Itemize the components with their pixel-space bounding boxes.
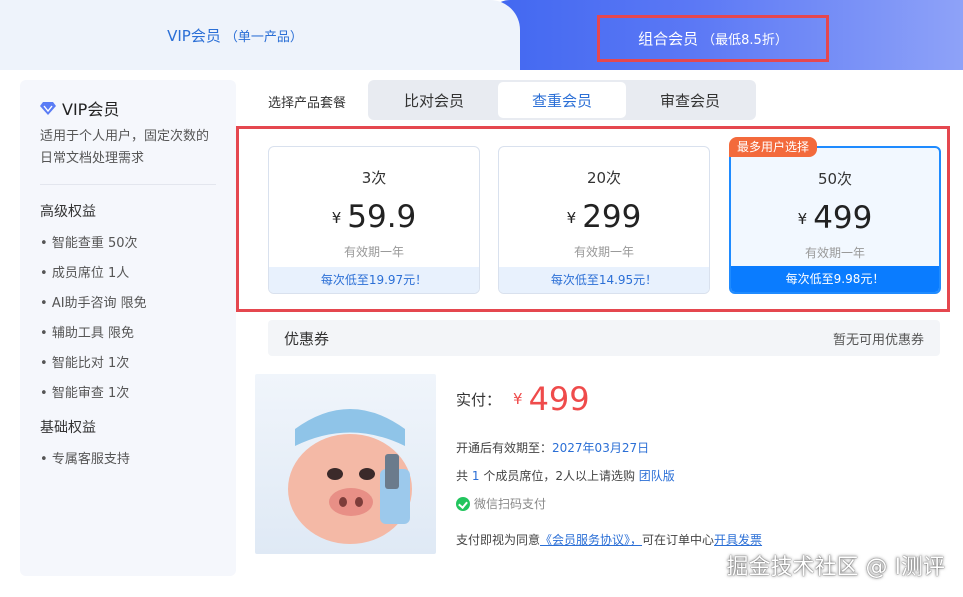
- wechat-check-icon: [456, 496, 470, 511]
- payment-amount: 499: [528, 380, 590, 418]
- price-value: 299: [582, 199, 642, 235]
- basic-benefits-list: 专属客服支持: [40, 445, 216, 475]
- plan-validity: 有效期一年: [804, 246, 865, 260]
- plan-per-use: 每次低至14.95元！: [499, 267, 709, 293]
- product-selector-label: 选择产品套餐: [268, 96, 347, 111]
- sidebar-title: VIP会员: [40, 96, 216, 120]
- product-selector: 比对会员 查重会员 审查会员: [368, 80, 756, 120]
- list-item: 智能审查 1次: [40, 379, 216, 409]
- list-item: 智能查重 50次: [40, 229, 216, 259]
- payment-amount-row: 实付： ¥ 499: [456, 380, 590, 418]
- currency-symbol: ¥: [566, 209, 577, 227]
- tab-combo-sub: （最低8.5折）: [702, 33, 788, 48]
- tab-vip-sub: （单一产品）: [224, 29, 303, 45]
- agree-mid: 可在订单中心: [642, 533, 715, 547]
- payment-label: 实付：: [456, 390, 502, 409]
- plan-price: ¥59.9: [269, 199, 479, 235]
- plan-card-3[interactable]: 3次 ¥59.9 有效期一年 每次低至19.97元！: [268, 146, 480, 294]
- plan-count: 50次: [817, 170, 853, 188]
- advanced-benefits-heading: 高级权益: [40, 204, 96, 220]
- coupon-label: 优惠券: [284, 329, 330, 348]
- tab-combo-label: 组合会员: [638, 30, 699, 48]
- seat-suffix: 个成员席位，2人以上请选购: [483, 469, 635, 483]
- plan-validity: 有效期一年: [343, 245, 404, 259]
- expire-date: 2027年03月27日: [552, 441, 650, 455]
- plan-per-use: 每次低至9.98元！: [731, 266, 939, 292]
- list-item: AI助手咨询 限免: [40, 289, 216, 319]
- seat-line: 共 1 个成员席位，2人以上请选购 团队版: [456, 467, 675, 484]
- plan-count: 3次: [361, 169, 387, 187]
- coupon-row[interactable]: 优惠券 暂无可用优惠券: [268, 320, 940, 356]
- product-option-review[interactable]: 审查会员: [626, 82, 754, 118]
- currency-symbol: ¥: [331, 209, 342, 227]
- coupon-value: 暂无可用优惠券: [832, 332, 924, 348]
- list-item: 辅助工具 限免: [40, 319, 216, 349]
- tab-vip-membership[interactable]: VIP会员 （单一产品）: [0, 0, 470, 70]
- payment-currency: ¥: [513, 390, 523, 408]
- list-item: 成员席位 1人: [40, 259, 216, 289]
- product-option-plagiarism-check[interactable]: 查重会员: [498, 82, 626, 118]
- tab-combo-membership[interactable]: 组合会员 （最低8.5折）: [597, 15, 829, 62]
- sticker-illustration: [288, 409, 412, 544]
- price-value: 59.9: [347, 199, 417, 235]
- team-edition-link[interactable]: 团队版: [639, 469, 675, 483]
- plan-count: 20次: [586, 169, 622, 187]
- basic-benefits-heading: 基础权益: [40, 420, 96, 436]
- plan-price: ¥299: [499, 199, 709, 235]
- tab-vip-label: VIP会员: [167, 26, 221, 45]
- seat-prefix: 共: [456, 469, 469, 483]
- expire-label: 开通后有效期至：: [456, 441, 553, 455]
- wechat-pay-label: 微信扫码支付: [474, 497, 547, 511]
- advanced-benefits-list: 智能查重 50次 成员席位 1人 AI助手咨询 限免 辅助工具 限免 智能比对 …: [40, 229, 216, 409]
- wechat-line: 微信扫码支付: [456, 495, 546, 514]
- currency-symbol: ¥: [797, 210, 808, 228]
- divider: [40, 184, 216, 185]
- service-agreement-link[interactable]: 《会员服务协议》，: [540, 533, 642, 547]
- watermark: 掘金技术社区 @ I测评: [726, 555, 945, 580]
- plan-card-20[interactable]: 20次 ¥299 有效期一年 每次低至14.95元！: [498, 146, 710, 294]
- plan-per-use: 每次低至19.97元！: [269, 267, 479, 293]
- list-item: 智能比对 1次: [40, 349, 216, 379]
- benefits-sidebar: VIP会员 适用于个人用户，固定次数的日常文档处理需求 高级权益 智能查重 50…: [20, 80, 236, 576]
- plan-price: ¥499: [731, 200, 939, 236]
- price-value: 499: [813, 200, 873, 236]
- agreement-line: 支付即视为同意《会员服务协议》，可在订单中心开具发票: [456, 531, 762, 548]
- plan-validity: 有效期一年: [573, 245, 634, 259]
- sidebar-description: 适用于个人用户，固定次数的日常文档处理需求: [40, 129, 210, 166]
- payment-qr-image: [255, 374, 436, 554]
- diamond-icon: [40, 102, 56, 115]
- plan-card-50[interactable]: 50次 ¥499 有效期一年 每次低至9.98元！: [729, 146, 941, 294]
- popular-badge: 最多用户选择: [729, 137, 818, 157]
- agree-prefix: 支付即视为同意: [456, 533, 541, 547]
- expire-line: 开通后有效期至：2027年03月27日: [456, 439, 649, 456]
- invoice-link[interactable]: 开具发票: [714, 533, 762, 547]
- seat-count: 1: [471, 469, 480, 483]
- sidebar-title-text: VIP会员: [62, 100, 120, 119]
- product-option-compare[interactable]: 比对会员: [370, 82, 498, 118]
- list-item: 专属客服支持: [40, 445, 216, 475]
- wechat-pay: 微信扫码支付: [456, 495, 546, 512]
